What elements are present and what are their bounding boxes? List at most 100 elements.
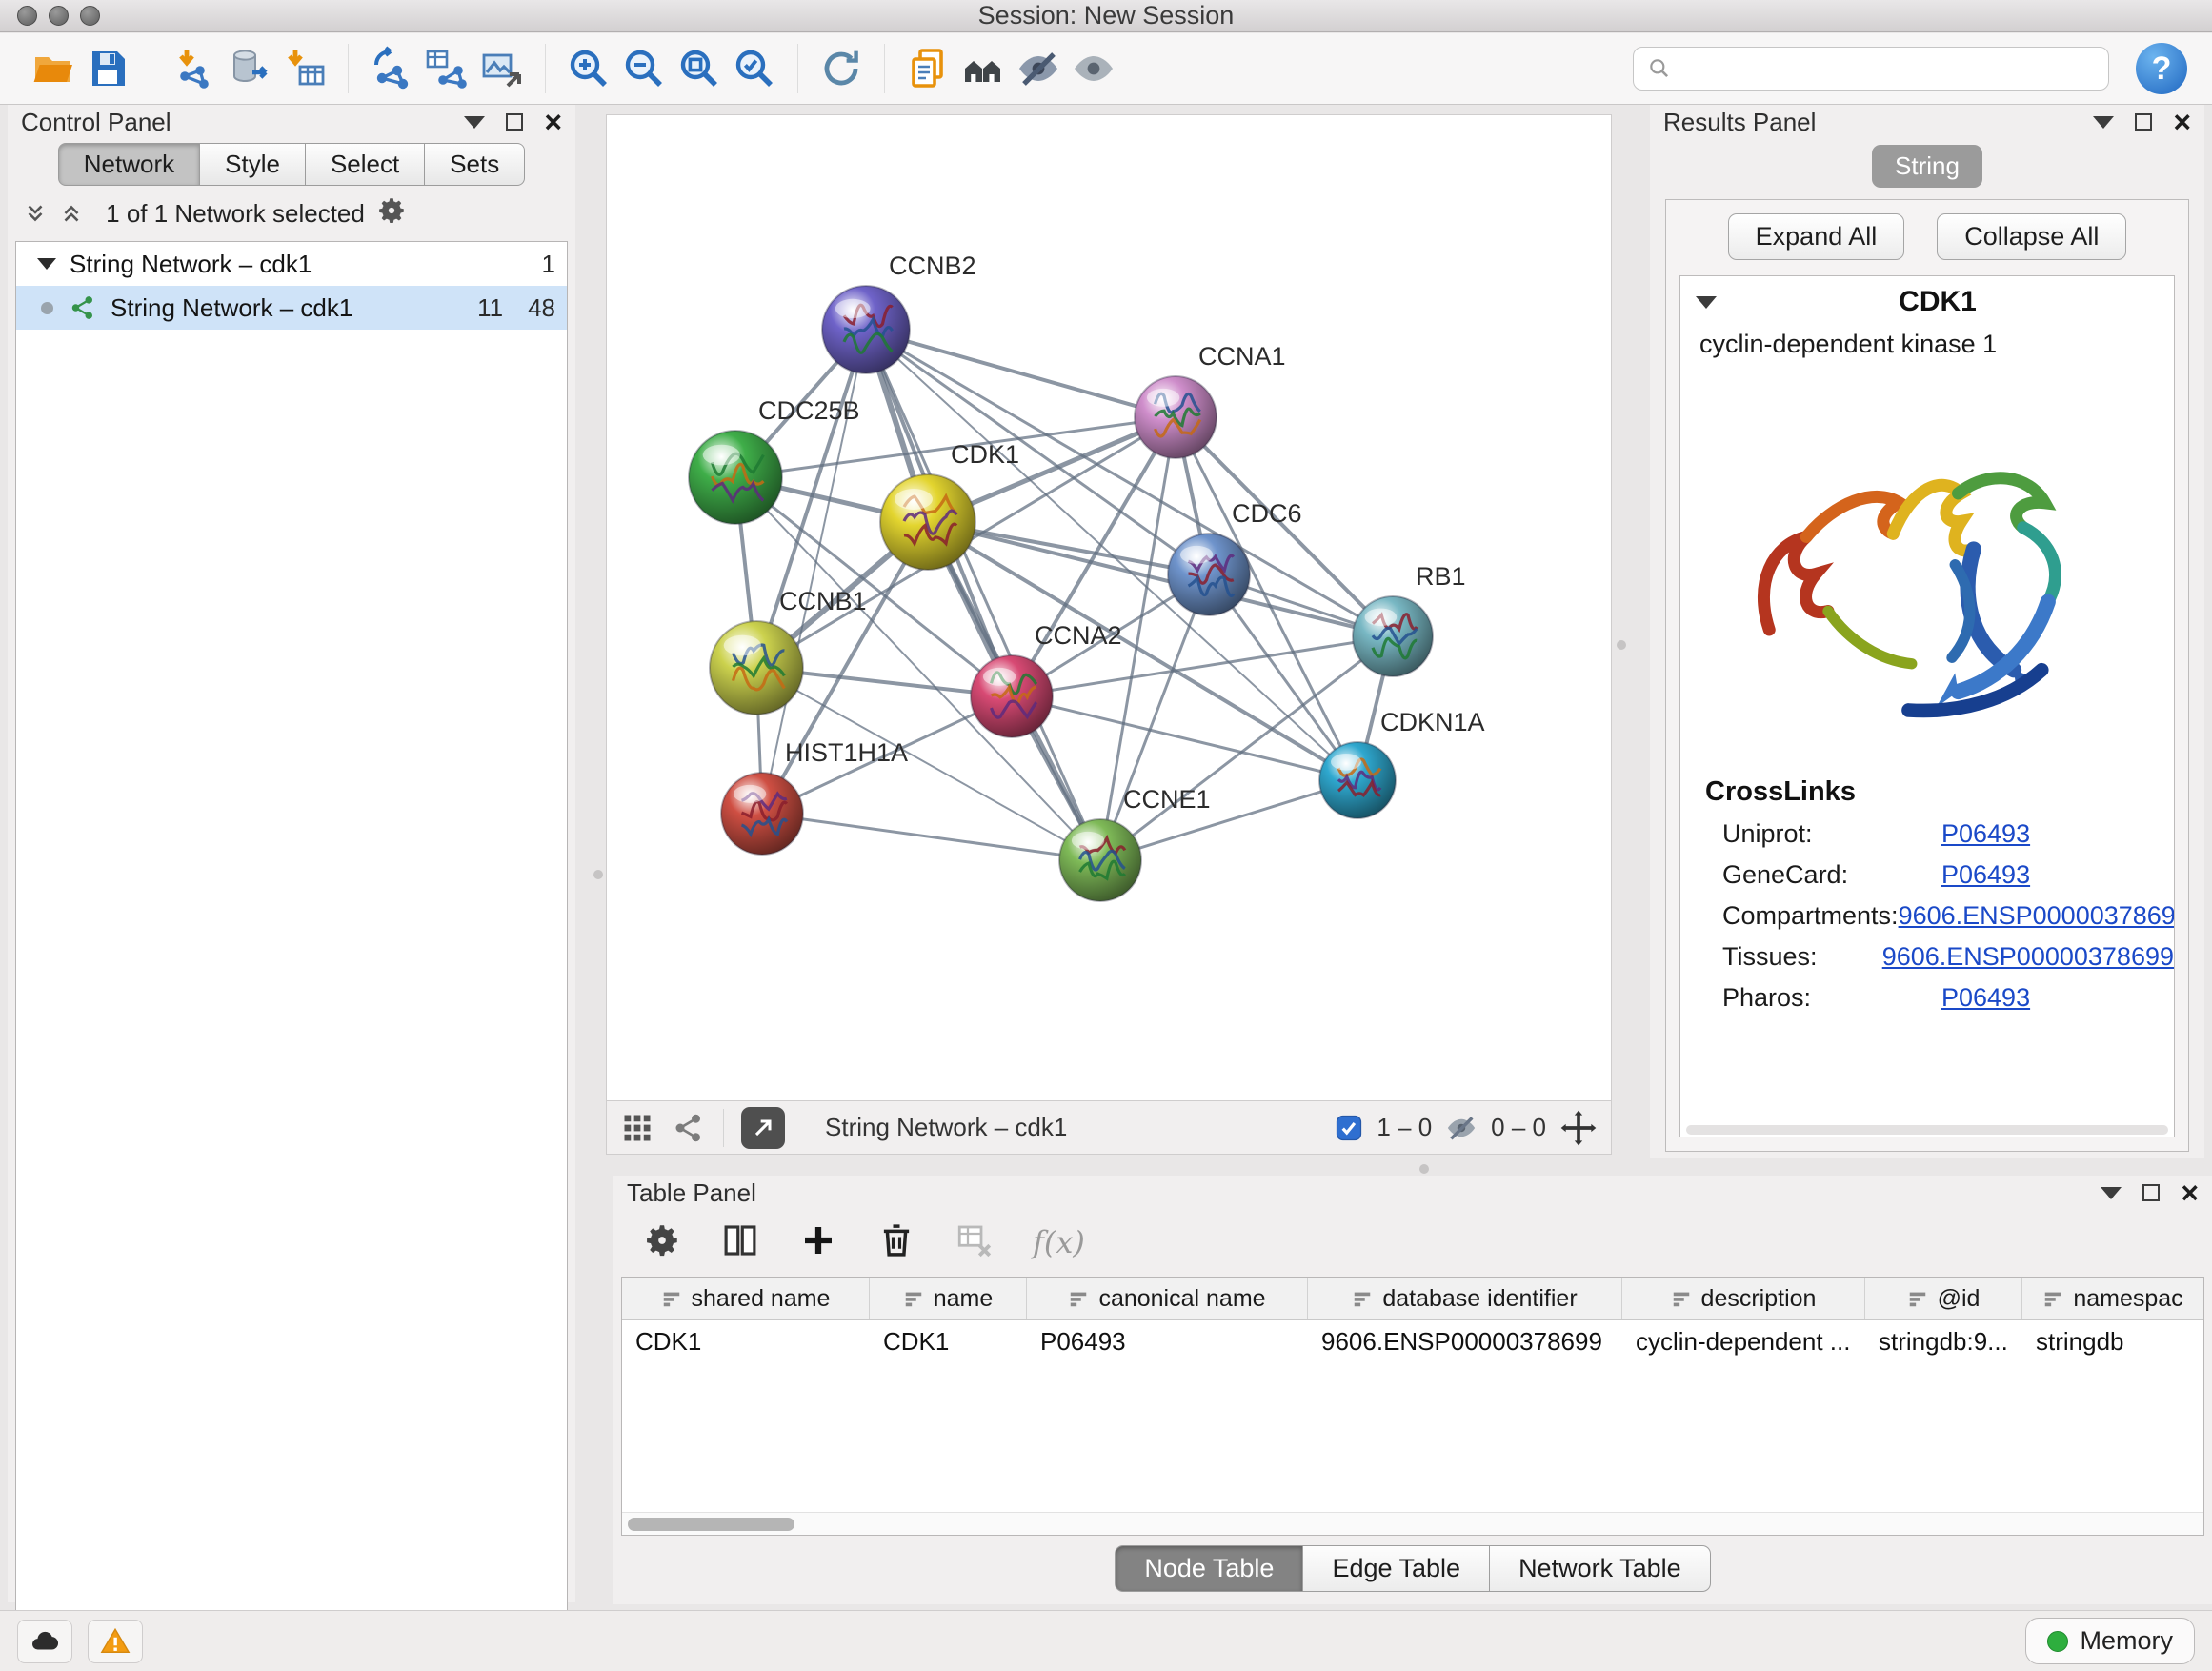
node-highlight: [1365, 609, 1398, 626]
network-from-table-button[interactable]: [419, 41, 474, 96]
clear-table-button-disabled[interactable]: [955, 1220, 995, 1265]
cell-description[interactable]: cyclin-dependent ...: [1622, 1320, 1865, 1362]
tab-node-table[interactable]: Node Table: [1115, 1545, 1303, 1592]
network-node-cdc25b[interactable]: [689, 431, 782, 524]
pharos-link[interactable]: P06493: [1941, 983, 2030, 1013]
search-input[interactable]: [1681, 55, 2095, 83]
add-column-button[interactable]: [798, 1220, 838, 1265]
network-edge[interactable]: [866, 330, 1100, 860]
show-all-button[interactable]: [1066, 41, 1121, 96]
collapse-table-button[interactable]: [2101, 1187, 2122, 1199]
duplicate-document-button[interactable]: [900, 41, 955, 96]
cloud-status-button[interactable]: [17, 1620, 72, 1663]
detach-view-button[interactable]: [741, 1107, 785, 1149]
table-row[interactable]: CDK1 CDK1 P06493 9606.ENSP00000378699 cy…: [622, 1320, 2203, 1362]
close-table-button[interactable]: ×: [2181, 1178, 2199, 1208]
zoom-in-icon: [566, 46, 612, 91]
home-button[interactable]: [955, 41, 1011, 96]
import-table-button[interactable]: [277, 41, 332, 96]
float-results-button[interactable]: [2135, 113, 2152, 131]
open-session-button[interactable]: [25, 41, 80, 96]
scrollbar-thumb[interactable]: [628, 1518, 794, 1531]
tab-sets[interactable]: Sets: [425, 143, 525, 186]
cell-name[interactable]: CDK1: [870, 1320, 1027, 1362]
export-image-button[interactable]: [474, 41, 530, 96]
network-collection-row[interactable]: String Network – cdk1 1: [16, 242, 567, 286]
splitter-handle[interactable]: [1617, 640, 1626, 650]
gear-icon: [642, 1220, 682, 1260]
cell-id[interactable]: stringdb:9...: [1865, 1320, 2022, 1362]
table-options-button[interactable]: [642, 1220, 682, 1265]
node-highlight: [734, 785, 766, 803]
column-header-canonical-name[interactable]: canonical name: [1027, 1278, 1308, 1319]
results-scrollbar[interactable]: [1686, 1125, 2168, 1135]
network-row-selected[interactable]: String Network – cdk1 11 48: [16, 286, 567, 330]
show-columns-button[interactable]: [720, 1220, 760, 1265]
table-horizontal-scrollbar: [622, 1512, 2203, 1535]
zoom-in-button[interactable]: [561, 41, 616, 96]
delete-column-button[interactable]: [876, 1220, 916, 1265]
function-builder-button[interactable]: f(x): [1033, 1224, 1085, 1260]
help-button[interactable]: ?: [2136, 43, 2187, 94]
hide-selected-button[interactable]: [1011, 41, 1066, 96]
column-header-id[interactable]: @id: [1865, 1278, 2022, 1319]
selected-node-edge-count: 1 – 0: [1377, 1113, 1432, 1142]
network-options-button[interactable]: [375, 194, 408, 233]
tree-expand-icon[interactable]: [37, 258, 56, 270]
float-table-button[interactable]: [2142, 1184, 2160, 1201]
splitter-handle[interactable]: [1419, 1164, 1429, 1174]
apply-layout-button[interactable]: [814, 41, 869, 96]
uniprot-link[interactable]: P06493: [1941, 819, 2030, 849]
memory-button[interactable]: Memory: [2025, 1618, 2195, 1664]
network-from-selection-button[interactable]: [364, 41, 419, 96]
column-header-shared-name[interactable]: shared name: [622, 1278, 870, 1319]
tab-style[interactable]: Style: [200, 143, 306, 186]
import-network-from-database-button[interactable]: [222, 41, 277, 96]
float-panel-button[interactable]: [506, 113, 523, 131]
network-canvas[interactable]: CCNB2CCNA1CDC25BCDK1CDC6RB1CCNB1CCNA2CDK…: [607, 115, 1611, 1100]
column-header-database-identifier[interactable]: database identifier: [1308, 1278, 1622, 1319]
zoom-selected-button[interactable]: [727, 41, 782, 96]
zoom-fit-button[interactable]: [672, 41, 727, 96]
move-crosshair-icon[interactable]: [1559, 1109, 1598, 1147]
import-network-from-file-button[interactable]: [167, 41, 222, 96]
column-header-namespace[interactable]: namespac: [2022, 1278, 2203, 1319]
collapse-panel-button[interactable]: [464, 116, 485, 129]
expand-all-button[interactable]: Expand All: [1728, 213, 1905, 260]
selected-nodes-checkbox-icon[interactable]: [1335, 1114, 1363, 1142]
network-node-rb1[interactable]: [1353, 596, 1433, 676]
splitter-handle[interactable]: [593, 870, 603, 879]
collapse-all-button[interactable]: Collapse All: [1937, 213, 2126, 260]
collapse-results-button[interactable]: [2093, 116, 2114, 129]
network-overview-button[interactable]: [672, 1111, 706, 1145]
tab-select[interactable]: Select: [306, 143, 425, 186]
string-tab-badge[interactable]: String: [1872, 145, 1982, 188]
close-results-button[interactable]: ×: [2173, 107, 2191, 137]
collapse-all-networks-button[interactable]: [59, 201, 84, 226]
entry-collapse-icon[interactable]: [1696, 296, 1717, 309]
close-panel-button[interactable]: ×: [544, 107, 562, 137]
cell-namespace[interactable]: stringdb: [2022, 1320, 2203, 1362]
warnings-button[interactable]: [88, 1620, 143, 1663]
birds-eye-view-button[interactable]: [620, 1111, 654, 1145]
network-node-ccne1[interactable]: [1059, 819, 1141, 901]
genecard-link[interactable]: P06493: [1941, 860, 2030, 890]
cell-canonical-name[interactable]: P06493: [1027, 1320, 1308, 1362]
export-image-icon: [479, 46, 525, 91]
tissues-link[interactable]: 9606.ENSP00000378699: [1882, 942, 2174, 972]
zoom-out-button[interactable]: [616, 41, 672, 96]
cell-shared-name[interactable]: CDK1: [622, 1320, 870, 1362]
network-edge[interactable]: [762, 814, 1100, 860]
cell-database-identifier[interactable]: 9606.ENSP00000378699: [1308, 1320, 1622, 1362]
save-session-button[interactable]: [80, 41, 135, 96]
tab-network[interactable]: Network: [58, 143, 200, 186]
hidden-eye-off-icon[interactable]: [1445, 1112, 1478, 1144]
column-header-name[interactable]: name: [870, 1278, 1027, 1319]
main-toolbar: ?: [0, 33, 2212, 105]
tab-network-table[interactable]: Network Table: [1490, 1545, 1711, 1592]
compartments-link[interactable]: 9606.ENSP00000378699: [1899, 901, 2175, 931]
column-header-description[interactable]: description: [1622, 1278, 1865, 1319]
expand-all-networks-button[interactable]: [23, 201, 48, 226]
crosslinks-title: CrossLinks: [1680, 761, 2174, 814]
tab-edge-table[interactable]: Edge Table: [1303, 1545, 1490, 1592]
